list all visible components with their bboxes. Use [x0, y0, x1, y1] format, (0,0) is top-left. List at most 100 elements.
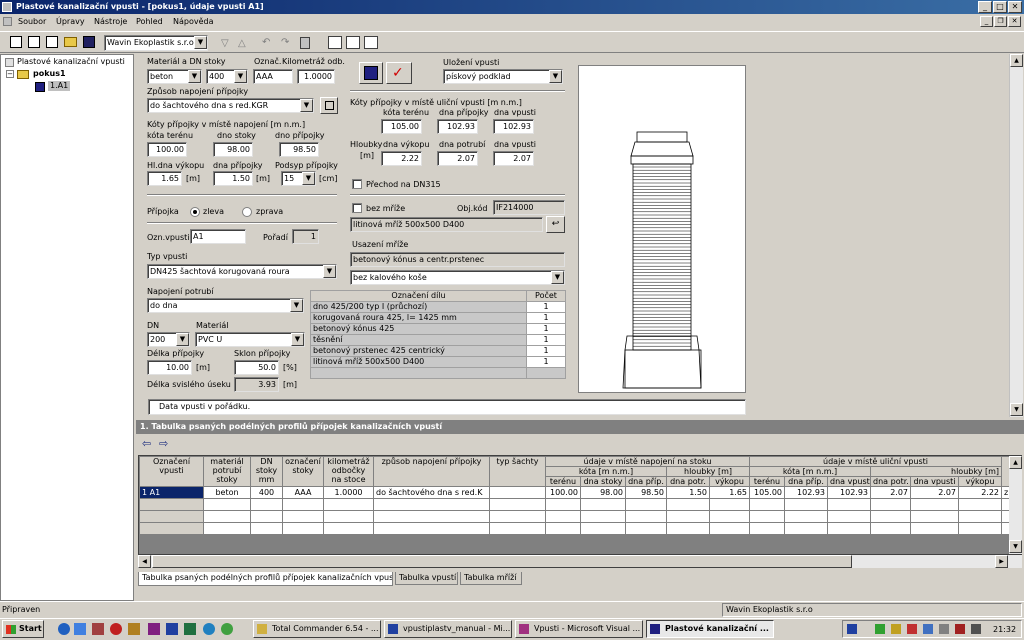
tray-icon[interactable] — [891, 624, 901, 634]
dna-potrubi-input[interactable]: 2.07 — [437, 151, 478, 166]
right-dna-vpusti-input[interactable]: 102.93 — [493, 119, 534, 134]
connect-method-select[interactable]: do šachtového dna s red.KGR ▼ — [147, 98, 314, 113]
ozn-vpusti-input[interactable]: A1 — [190, 229, 246, 244]
scroll-right-button[interactable]: ▶ — [995, 555, 1008, 568]
chevron-down-icon[interactable]: ▼ — [234, 70, 247, 83]
quicklaunch-app2-icon[interactable] — [110, 623, 122, 635]
cell[interactable]: AAA — [282, 486, 324, 499]
new2-icon[interactable] — [28, 36, 40, 48]
grid-vscroll[interactable]: ▲ ▼ — [1009, 456, 1022, 554]
trash-icon[interactable] — [300, 37, 310, 49]
chevron-down-icon[interactable]: ▼ — [291, 333, 304, 346]
right-kota-tereni-input[interactable]: 105.00 — [381, 119, 422, 134]
tab-mrizi[interactable]: Tabulka mříží — [460, 572, 522, 585]
oznac-input[interactable]: AAA — [253, 69, 293, 84]
redo-icon[interactable]: ↷ — [281, 37, 289, 48]
save-icon[interactable] — [83, 36, 95, 48]
dna-vykopu-input[interactable]: 2.22 — [381, 151, 422, 166]
zprava-label[interactable]: zprava — [256, 207, 283, 217]
cell[interactable]: 1.65 — [708, 486, 751, 499]
tray-icon[interactable] — [923, 624, 933, 634]
mdi-close-button[interactable]: ✕ — [1008, 16, 1021, 27]
tray-icon[interactable] — [907, 624, 917, 634]
menu-nastroje[interactable]: Nástroje — [94, 17, 127, 27]
delka-input[interactable]: 10.00 — [147, 360, 192, 375]
cell[interactable]: 2.22 — [958, 486, 1003, 499]
task-active-app[interactable]: Plastové kanalizační ... — [646, 620, 774, 638]
chevron-down-icon[interactable]: ▼ — [188, 70, 201, 83]
table-row[interactable] — [139, 498, 1021, 511]
menu-napoveda[interactable]: Nápověda — [173, 17, 214, 27]
cell[interactable]: 2.07 — [870, 486, 912, 499]
close-button[interactable]: ✕ — [1008, 1, 1022, 13]
chevron-down-icon[interactable]: ▼ — [323, 265, 336, 278]
grid-hscroll[interactable]: ◀ ▶ — [138, 555, 1022, 568]
maximize-button[interactable]: □ — [993, 1, 1007, 13]
supplier-select[interactable]: Wavin Ekoplastik s.r.o ▼ — [104, 35, 208, 51]
tray-icon[interactable] — [875, 624, 885, 634]
chevron-down-icon[interactable]: ▼ — [302, 172, 315, 185]
dno-pripojky-input[interactable]: 98.50 — [279, 142, 319, 157]
cell[interactable]: 1.50 — [666, 486, 710, 499]
cell[interactable]: 1 A1 — [139, 486, 204, 499]
tree-expander-icon[interactable]: − — [6, 70, 14, 78]
mdi-minimize-button[interactable]: _ — [980, 16, 993, 27]
dn-select[interactable]: 400 ▼ — [206, 69, 248, 84]
quicklaunch-word-icon[interactable] — [166, 623, 178, 635]
material2-select[interactable]: PVC U ▼ — [195, 332, 305, 347]
hl-dna-input[interactable]: 1.65 — [147, 171, 182, 186]
tray-icon[interactable] — [955, 624, 965, 634]
chevron-down-icon[interactable]: ▼ — [549, 70, 562, 83]
tree-item[interactable]: 1.A1 — [48, 81, 71, 91]
material-select[interactable]: beton ▼ — [147, 69, 202, 84]
bez-mrize-checkbox[interactable] — [352, 203, 362, 213]
zprava-radio[interactable] — [242, 207, 252, 217]
prechod-label[interactable]: Přechod na DN315 — [366, 180, 441, 190]
cell[interactable]: 102.93 — [827, 486, 872, 499]
arrow-left-icon[interactable]: ⇦ — [142, 437, 151, 450]
chevron-down-icon[interactable]: ▼ — [176, 333, 189, 346]
scroll-thumb[interactable] — [152, 555, 852, 568]
open-folder-icon[interactable] — [64, 37, 77, 47]
prechod-checkbox[interactable] — [352, 179, 362, 189]
sklon-input[interactable]: 50.0 — [234, 360, 279, 375]
napojeni-select[interactable]: do dna ▼ — [147, 298, 304, 313]
calculate-button[interactable] — [359, 62, 383, 84]
quicklaunch-app6-icon[interactable] — [221, 623, 233, 635]
quicklaunch-app5-icon[interactable] — [203, 623, 215, 635]
table-row[interactable] — [139, 510, 1021, 523]
scroll-left-button[interactable]: ◀ — [138, 555, 151, 568]
cell[interactable]: 400 — [250, 486, 283, 499]
cell[interactable]: 102.93 — [784, 486, 829, 499]
scroll-down-button[interactable]: ▼ — [1010, 403, 1023, 416]
quicklaunch-ie-icon[interactable] — [58, 623, 70, 635]
km-input[interactable]: 1.0000 — [297, 69, 335, 84]
dna-pripojky-input[interactable]: 1.50 — [213, 171, 253, 186]
tray-icon[interactable] — [847, 624, 857, 634]
task-total-commander[interactable]: Total Commander 6.54 - ... — [253, 620, 381, 638]
task-manual[interactable]: vpustiplastv_manual - Mi... — [384, 620, 512, 638]
task-visual[interactable]: Vpusti - Microsoft Visual ... — [515, 620, 643, 638]
tab-vpusti[interactable]: Tabulka vpustí — [395, 572, 458, 585]
zleva-radio[interactable] — [190, 207, 200, 217]
quicklaunch-app-icon[interactable] — [92, 623, 104, 635]
arrow-right-icon[interactable]: ⇨ — [159, 437, 168, 450]
typ-vpusti-select[interactable]: DN425 šachtová korugovaná roura ▼ — [147, 264, 337, 279]
dn2-select[interactable]: 200 ▼ — [147, 332, 190, 347]
scroll-down-button[interactable]: ▼ — [1009, 540, 1022, 553]
form-scrollbar[interactable]: ▲ ▼ — [1009, 54, 1023, 417]
chevron-down-icon[interactable]: ▼ — [290, 299, 303, 312]
quicklaunch-app4-icon[interactable] — [148, 623, 160, 635]
cell[interactable]: 98.50 — [625, 486, 667, 499]
chevron-down-icon[interactable]: ▼ — [551, 271, 564, 284]
quicklaunch-app3-icon[interactable] — [128, 623, 140, 635]
chevron-down-icon[interactable]: ▼ — [194, 36, 207, 49]
cell[interactable]: 105.00 — [749, 486, 786, 499]
triangle-down-icon[interactable]: ▽ — [221, 38, 229, 49]
quicklaunch-mail-icon[interactable] — [74, 623, 86, 635]
tree-root[interactable]: Plastové kanalizační vpusti — [17, 57, 125, 67]
mdi-restore-button[interactable]: ❐ — [994, 16, 1007, 27]
cell[interactable]: 1.0000 — [323, 486, 374, 499]
confirm-button[interactable]: ✓ — [386, 62, 412, 84]
triangle-up-icon[interactable]: △ — [238, 38, 246, 49]
